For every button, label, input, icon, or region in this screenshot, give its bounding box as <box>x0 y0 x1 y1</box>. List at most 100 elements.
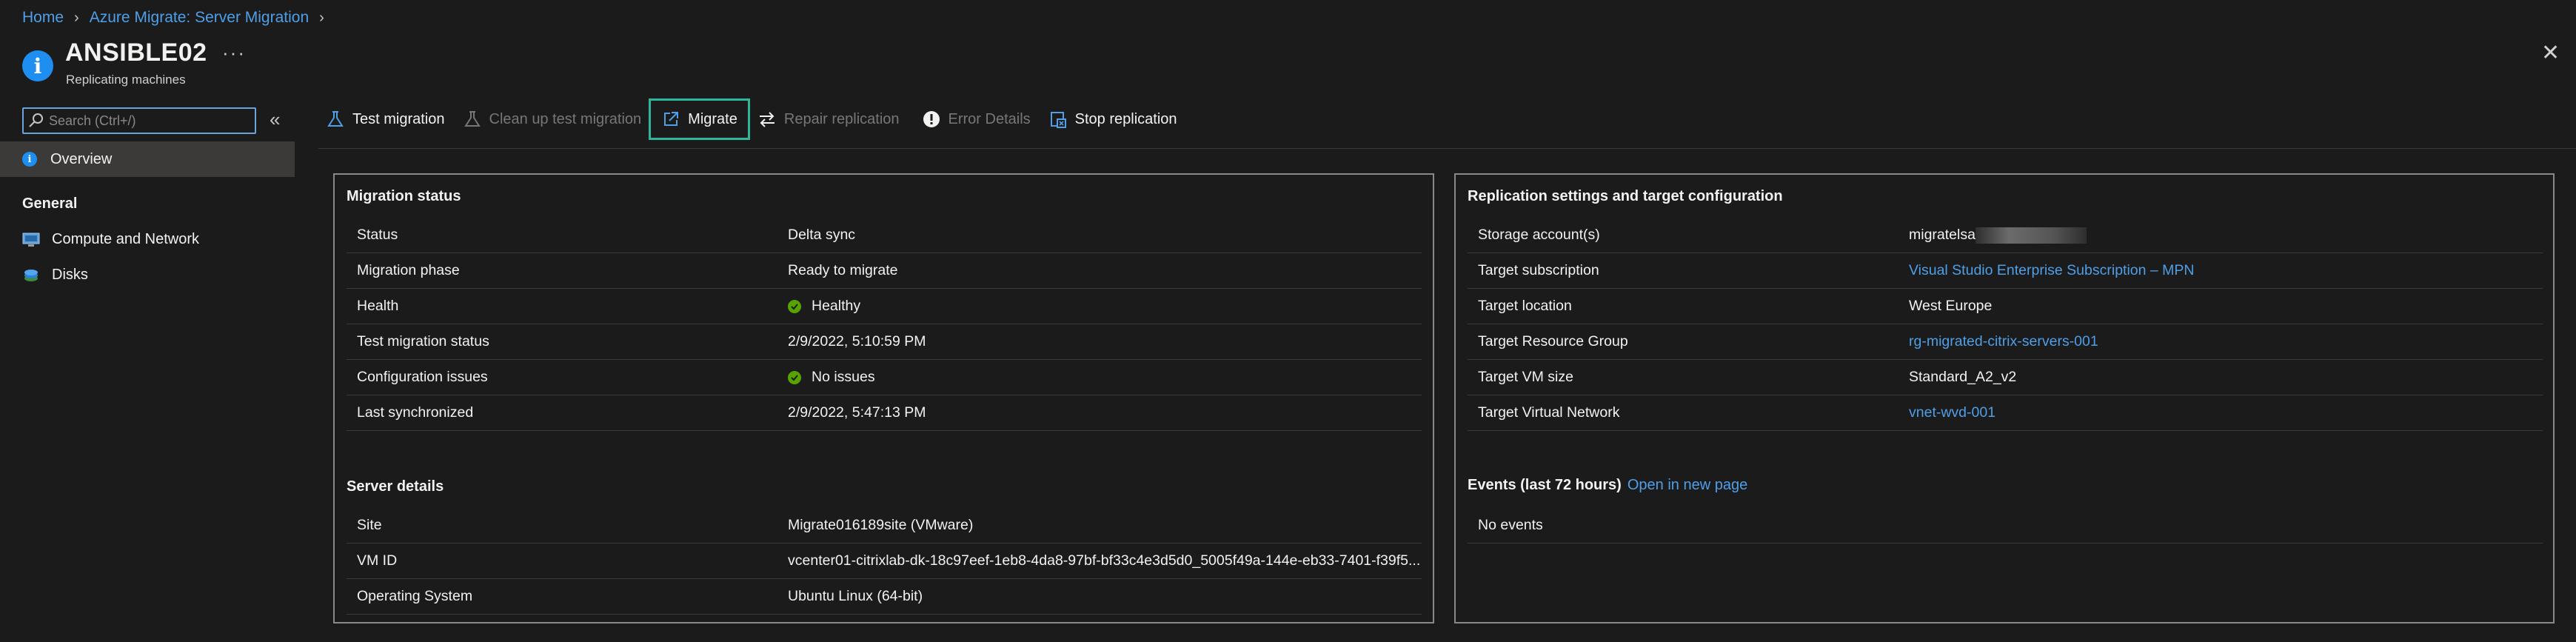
check-circle-icon <box>788 299 801 313</box>
external-link-icon <box>664 112 679 126</box>
storage-account-value: migratelsa <box>1909 227 1976 243</box>
info-icon: i <box>22 50 53 81</box>
row-value: 2/9/2022, 5:10:59 PM <box>788 333 926 350</box>
row-value: West Europe <box>1909 298 1993 314</box>
row-value: No issues <box>788 369 875 386</box>
table-row: Target VM size Standard_A2_v2 <box>1468 360 2543 395</box>
migrate-label: Migrate <box>688 110 737 127</box>
redacted-text <box>1975 227 2087 244</box>
sidebar-item-compute-and-network[interactable]: Compute and Network <box>22 231 199 248</box>
clean-up-label: Clean up test migration <box>489 110 642 127</box>
row-value: Delta sync <box>788 227 856 243</box>
row-key: Operating System <box>357 588 473 604</box>
search-icon <box>29 113 43 127</box>
table-row: Target Virtual Network vnet-wvd-001 <box>1468 395 2543 431</box>
health-value: Healthy <box>812 298 861 314</box>
search-box <box>22 107 256 134</box>
error-icon <box>923 111 940 127</box>
stop-replication-icon <box>1050 112 1066 128</box>
replication-settings-title: Replication settings and target configur… <box>1468 188 1783 204</box>
sidebar-item-label: Disks <box>52 267 88 283</box>
toolbar-divider <box>318 148 2576 149</box>
page-subtitle: Replicating machines <box>66 73 186 87</box>
table-row: Site Migrate016189site (VMware) <box>347 508 1422 544</box>
row-key: Site <box>357 517 382 533</box>
sidebar-item-label: Compute and Network <box>52 231 199 247</box>
chevron-right-icon: › <box>319 9 324 26</box>
breadcrumb-server-migration[interactable]: Azure Migrate: Server Migration <box>90 9 309 27</box>
target-virtual-network-link[interactable]: vnet-wvd-001 <box>1909 404 1995 421</box>
configuration-issues-value: No issues <box>812 369 875 385</box>
row-key: Target Resource Group <box>1478 333 1628 350</box>
table-row: Test migration status 2/9/2022, 5:10:59 … <box>347 324 1422 360</box>
migrate-button[interactable]: Migrate <box>649 98 750 140</box>
chevron-right-icon: › <box>74 9 79 26</box>
row-key: Storage account(s) <box>1478 227 1600 243</box>
page-title: ANSIBLE02 <box>65 39 207 67</box>
events-heading: Events (last 72 hours) Open in new page <box>1468 477 1747 494</box>
close-button[interactable]: ✕ <box>2541 40 2560 66</box>
table-row: Last synchronized 2/9/2022, 5:47:13 PM <box>347 395 1422 431</box>
events-title: Events (last 72 hours) <box>1468 477 1622 493</box>
row-value: 2/9/2022, 5:47:13 PM <box>788 404 926 421</box>
test-migration-label: Test migration <box>352 110 445 127</box>
row-key: VM ID <box>357 552 398 569</box>
sidebar-item-label: Overview <box>50 150 113 167</box>
flask-clean-icon <box>464 111 481 127</box>
row-key: Target VM size <box>1478 369 1573 385</box>
collapse-sidebar-button[interactable]: « <box>270 108 280 131</box>
row-key: Target location <box>1478 298 1572 314</box>
clean-up-test-migration-button[interactable]: Clean up test migration <box>455 98 649 140</box>
breadcrumb-home[interactable]: Home <box>22 9 64 27</box>
target-resource-group-link[interactable]: rg-migrated-citrix-servers-001 <box>1909 333 2098 350</box>
open-in-new-page-link[interactable]: Open in new page <box>1627 477 1747 494</box>
table-row: Target location West Europe <box>1468 289 2543 324</box>
monitor-icon <box>22 233 40 247</box>
row-key: Target subscription <box>1478 262 1599 278</box>
table-row: No events <box>1468 508 2543 544</box>
stop-replication-button[interactable]: Stop replication <box>1041 98 1185 140</box>
table-row: Health Healthy <box>347 289 1422 324</box>
table-row: Migration phase Ready to migrate <box>347 253 1422 289</box>
row-value: Healthy <box>788 298 860 315</box>
row-value: Migrate016189site (VMware) <box>788 517 974 533</box>
server-details-title: Server details <box>347 478 444 495</box>
swap-arrows-icon <box>759 112 775 127</box>
row-key: Status <box>357 227 398 243</box>
table-row: Configuration issues No issues <box>347 360 1422 395</box>
row-value: vcenter01-citrixlab-dk-18c97eef-1eb8-4da… <box>788 552 1421 569</box>
info-icon: i <box>22 152 37 167</box>
replication-settings-card: Replication settings and target configur… <box>1454 173 2555 623</box>
search-input[interactable] <box>49 112 249 130</box>
row-value: Standard_A2_v2 <box>1909 369 2017 385</box>
table-row: Target subscription Visual Studio Enterp… <box>1468 253 2543 289</box>
sidebar-heading-general: General <box>22 195 78 212</box>
migration-status-card: Migration status Status Delta sync Migra… <box>333 173 1434 623</box>
row-value: Ubuntu Linux (64-bit) <box>788 588 923 604</box>
table-row: Operating System Ubuntu Linux (64-bit) <box>347 579 1422 615</box>
stop-replication-label: Stop replication <box>1074 110 1177 127</box>
events-empty: No events <box>1478 517 1543 533</box>
sidebar-item-overview[interactable]: i Overview <box>0 141 295 177</box>
breadcrumb: Home › Azure Migrate: Server Migration › <box>22 7 324 28</box>
row-value: Ready to migrate <box>788 262 898 278</box>
row-key: Health <box>357 298 399 314</box>
repair-label: Repair replication <box>783 110 900 127</box>
disks-icon <box>24 269 38 281</box>
row-value: migratelsa <box>1909 227 2087 244</box>
more-options-button[interactable]: ··· <box>222 41 246 64</box>
error-details-label: Error Details <box>948 110 1031 127</box>
row-key: Configuration issues <box>357 369 488 385</box>
error-details-button[interactable]: Error Details <box>914 98 1038 140</box>
row-key: Test migration status <box>357 333 489 350</box>
test-migration-button[interactable]: Test migration <box>318 98 452 140</box>
repair-replication-button[interactable]: Repair replication <box>750 98 907 140</box>
row-key: Target Virtual Network <box>1478 404 1620 421</box>
row-key: Migration phase <box>357 262 460 278</box>
target-subscription-link[interactable]: Visual Studio Enterprise Subscription – … <box>1909 262 2195 279</box>
sidebar-item-disks[interactable]: Disks <box>22 267 88 284</box>
table-row: VM ID vcenter01-citrixlab-dk-18c97eef-1e… <box>347 544 1422 579</box>
row-key: Last synchronized <box>357 404 474 421</box>
table-row: Target Resource Group rg-migrated-citrix… <box>1468 324 2543 360</box>
table-row: Storage account(s) migratelsa <box>1468 218 2543 253</box>
